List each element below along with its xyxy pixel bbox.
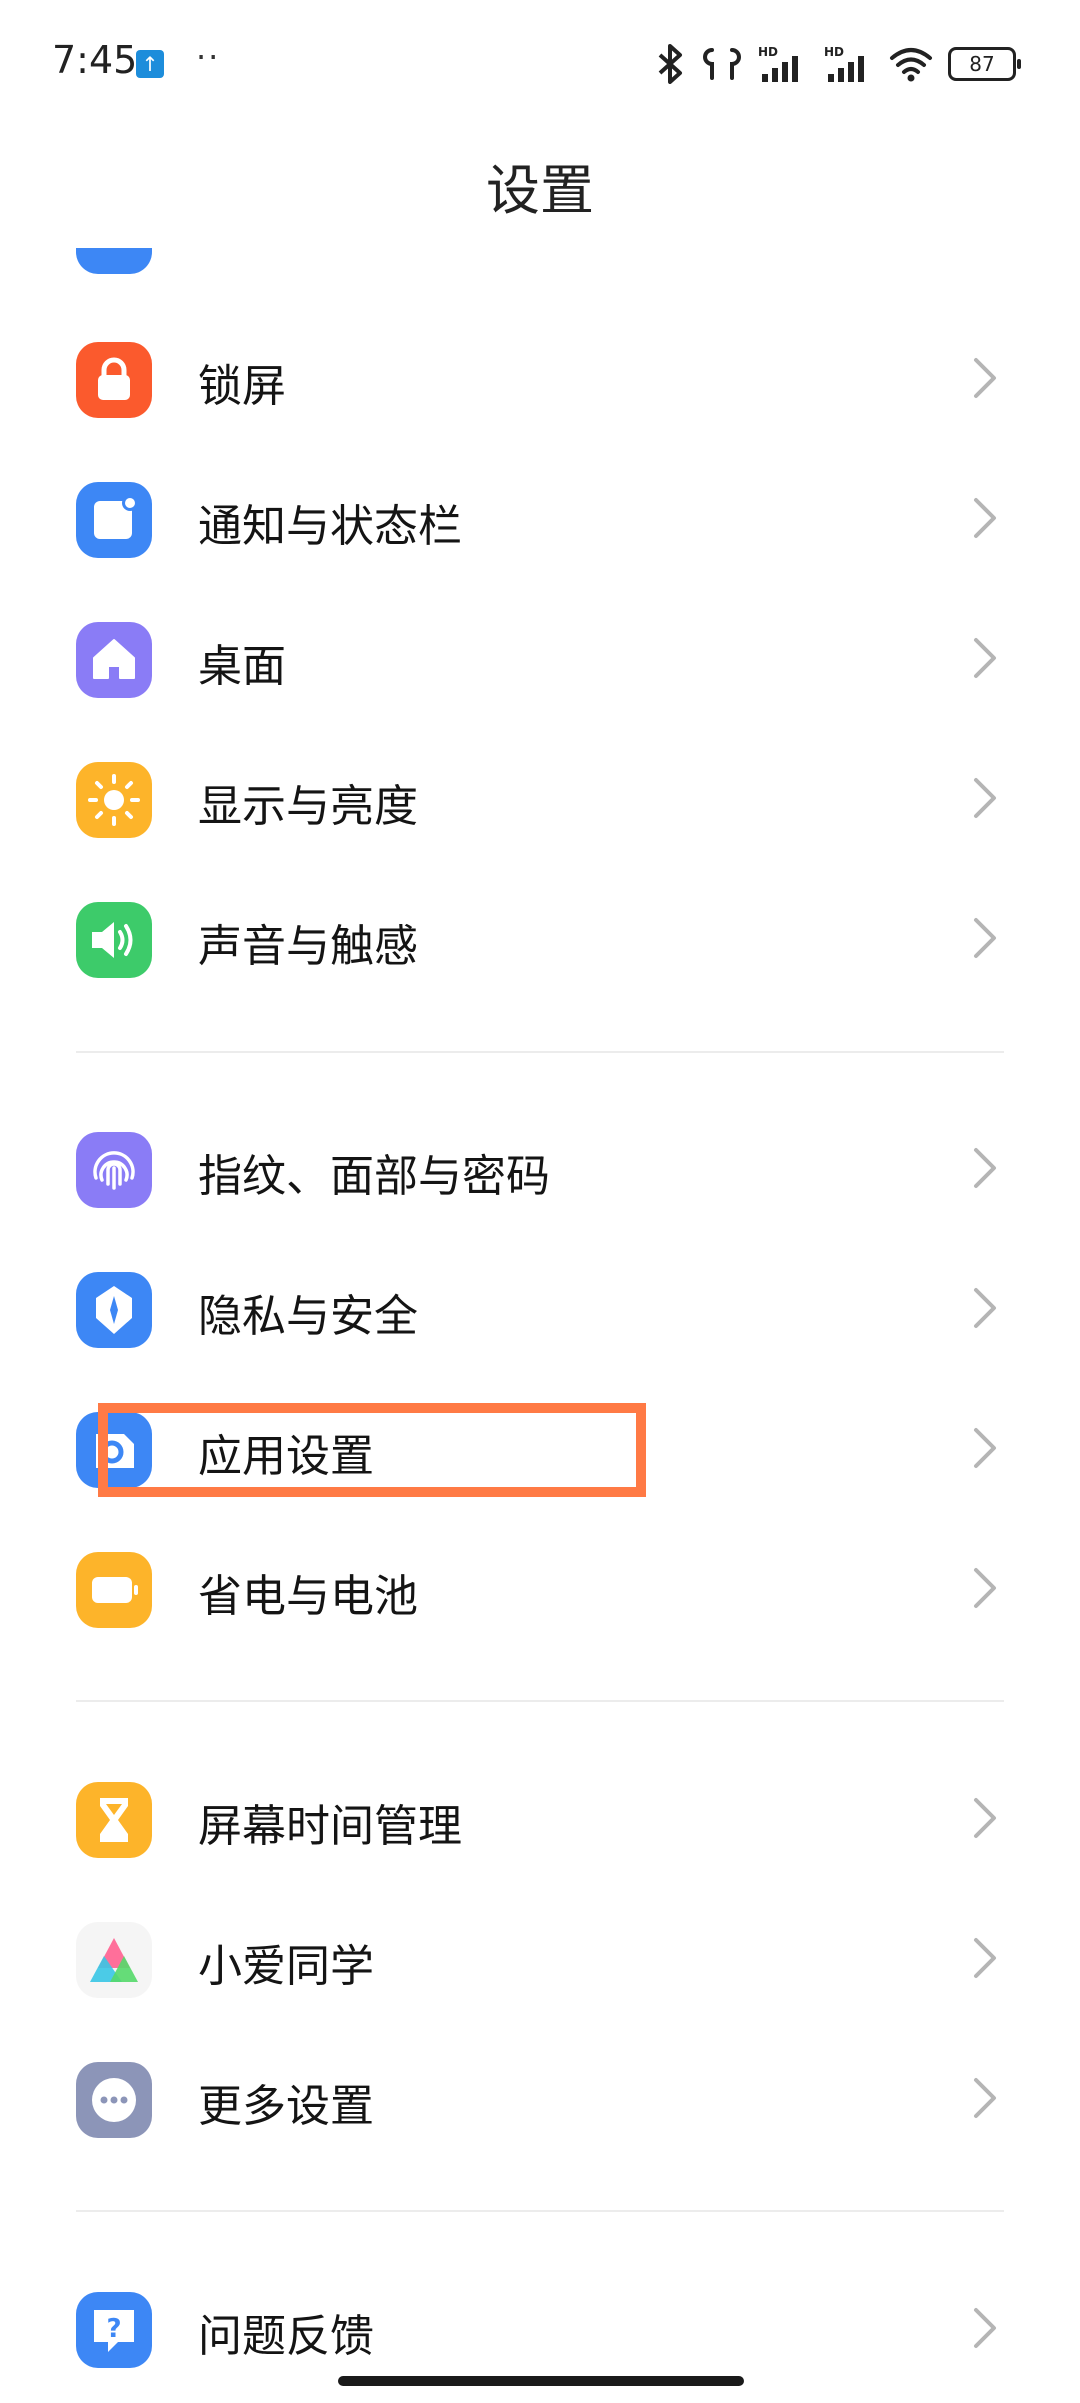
settings-item-label: 省电与电池 xyxy=(198,1571,418,1622)
chevron-right-icon xyxy=(974,498,996,538)
settings-item-sound[interactable]: 声音与触感 xyxy=(0,866,1080,1006)
settings-item-label: 桌面 xyxy=(198,641,286,692)
signal-icon: HD xyxy=(758,45,798,82)
settings-item-battery[interactable]: 省电与电池 xyxy=(0,1516,1080,1656)
fingerprint-icon xyxy=(76,1132,152,1208)
chevron-right-icon xyxy=(974,2308,996,2348)
hourglass-icon xyxy=(76,1782,152,1858)
settings-item-label: 声音与触感 xyxy=(198,921,418,972)
xiaoai-icon xyxy=(76,1922,152,1998)
chevron-right-icon xyxy=(974,358,996,398)
settings-item-feedback[interactable]: ? 问题反馈 xyxy=(0,2256,1080,2396)
sun-icon xyxy=(76,762,152,838)
more-notifications-indicator: ·· xyxy=(196,38,221,76)
chevron-right-icon xyxy=(974,1938,996,1978)
settings-item-label: 锁屏 xyxy=(198,361,286,412)
settings-item-label: 指纹、面部与密码 xyxy=(198,1151,550,1202)
page-title: 设置 xyxy=(486,159,594,222)
chevron-right-icon xyxy=(974,2078,996,2118)
chevron-right-icon xyxy=(974,1568,996,1608)
settings-item-label: 隐私与安全 xyxy=(198,1291,418,1342)
settings-item-label: 显示与亮度 xyxy=(198,781,418,832)
svg-text:HD: HD xyxy=(824,45,844,59)
section-divider xyxy=(76,2210,1004,2212)
home-icon xyxy=(76,622,152,698)
battery-icon: 87 xyxy=(948,47,1021,81)
bluetooth-icon xyxy=(658,44,682,84)
settings-item-display[interactable]: 显示与亮度 xyxy=(0,726,1080,866)
help-icon: ? xyxy=(76,2292,152,2368)
svg-text:HD: HD xyxy=(758,45,778,59)
settings-item-label: 通知与状态栏 xyxy=(198,501,462,552)
partially-hidden-item-icon xyxy=(76,248,152,274)
highlight-box xyxy=(98,1403,646,1497)
signal-icon: HD xyxy=(824,45,864,82)
wifi-icon xyxy=(890,48,932,82)
home-indicator[interactable] xyxy=(338,2376,744,2386)
chevron-right-icon xyxy=(974,1428,996,1468)
more-icon xyxy=(76,2062,152,2138)
chevron-right-icon xyxy=(974,918,996,958)
settings-item-label: 屏幕时间管理 xyxy=(198,1801,462,1852)
earbuds-icon xyxy=(703,48,741,80)
settings-item-screen-time[interactable]: 屏幕时间管理 xyxy=(0,1746,1080,1886)
chevron-right-icon xyxy=(974,778,996,818)
chevron-right-icon xyxy=(974,1798,996,1838)
settings-item-more[interactable]: 更多设置 xyxy=(0,2026,1080,2166)
chevron-right-icon xyxy=(974,638,996,678)
upload-arrow-icon: ↑ xyxy=(136,50,164,78)
settings-item-xiaoai[interactable]: 小爱同学 xyxy=(0,1886,1080,2026)
chevron-right-icon xyxy=(974,1148,996,1188)
speaker-icon xyxy=(76,902,152,978)
chevron-right-icon xyxy=(974,1288,996,1328)
status-time: 7:45 xyxy=(52,38,138,82)
notification-icon xyxy=(76,482,152,558)
settings-item-label: 更多设置 xyxy=(198,2081,374,2132)
section-divider xyxy=(76,1051,1004,1053)
settings-item-label: 小爱同学 xyxy=(198,1941,374,1992)
settings-item-lock-screen[interactable]: 锁屏 xyxy=(0,306,1080,446)
settings-item-fingerprint[interactable]: 指纹、面部与密码 xyxy=(0,1096,1080,1236)
section-divider xyxy=(76,1700,1004,1702)
settings-item-privacy[interactable]: 隐私与安全 xyxy=(0,1236,1080,1376)
settings-item-home-screen[interactable]: 桌面 xyxy=(0,586,1080,726)
settings-item-notifications[interactable]: 通知与状态栏 xyxy=(0,446,1080,586)
settings-item-label: 问题反馈 xyxy=(198,2311,374,2362)
shield-icon xyxy=(76,1272,152,1348)
svg-text:?: ? xyxy=(106,2314,121,2344)
battery-icon xyxy=(76,1552,152,1628)
lock-icon xyxy=(76,342,152,418)
status-bar: 7:45 ↑ ·· HD HD 87 xyxy=(0,0,1080,130)
